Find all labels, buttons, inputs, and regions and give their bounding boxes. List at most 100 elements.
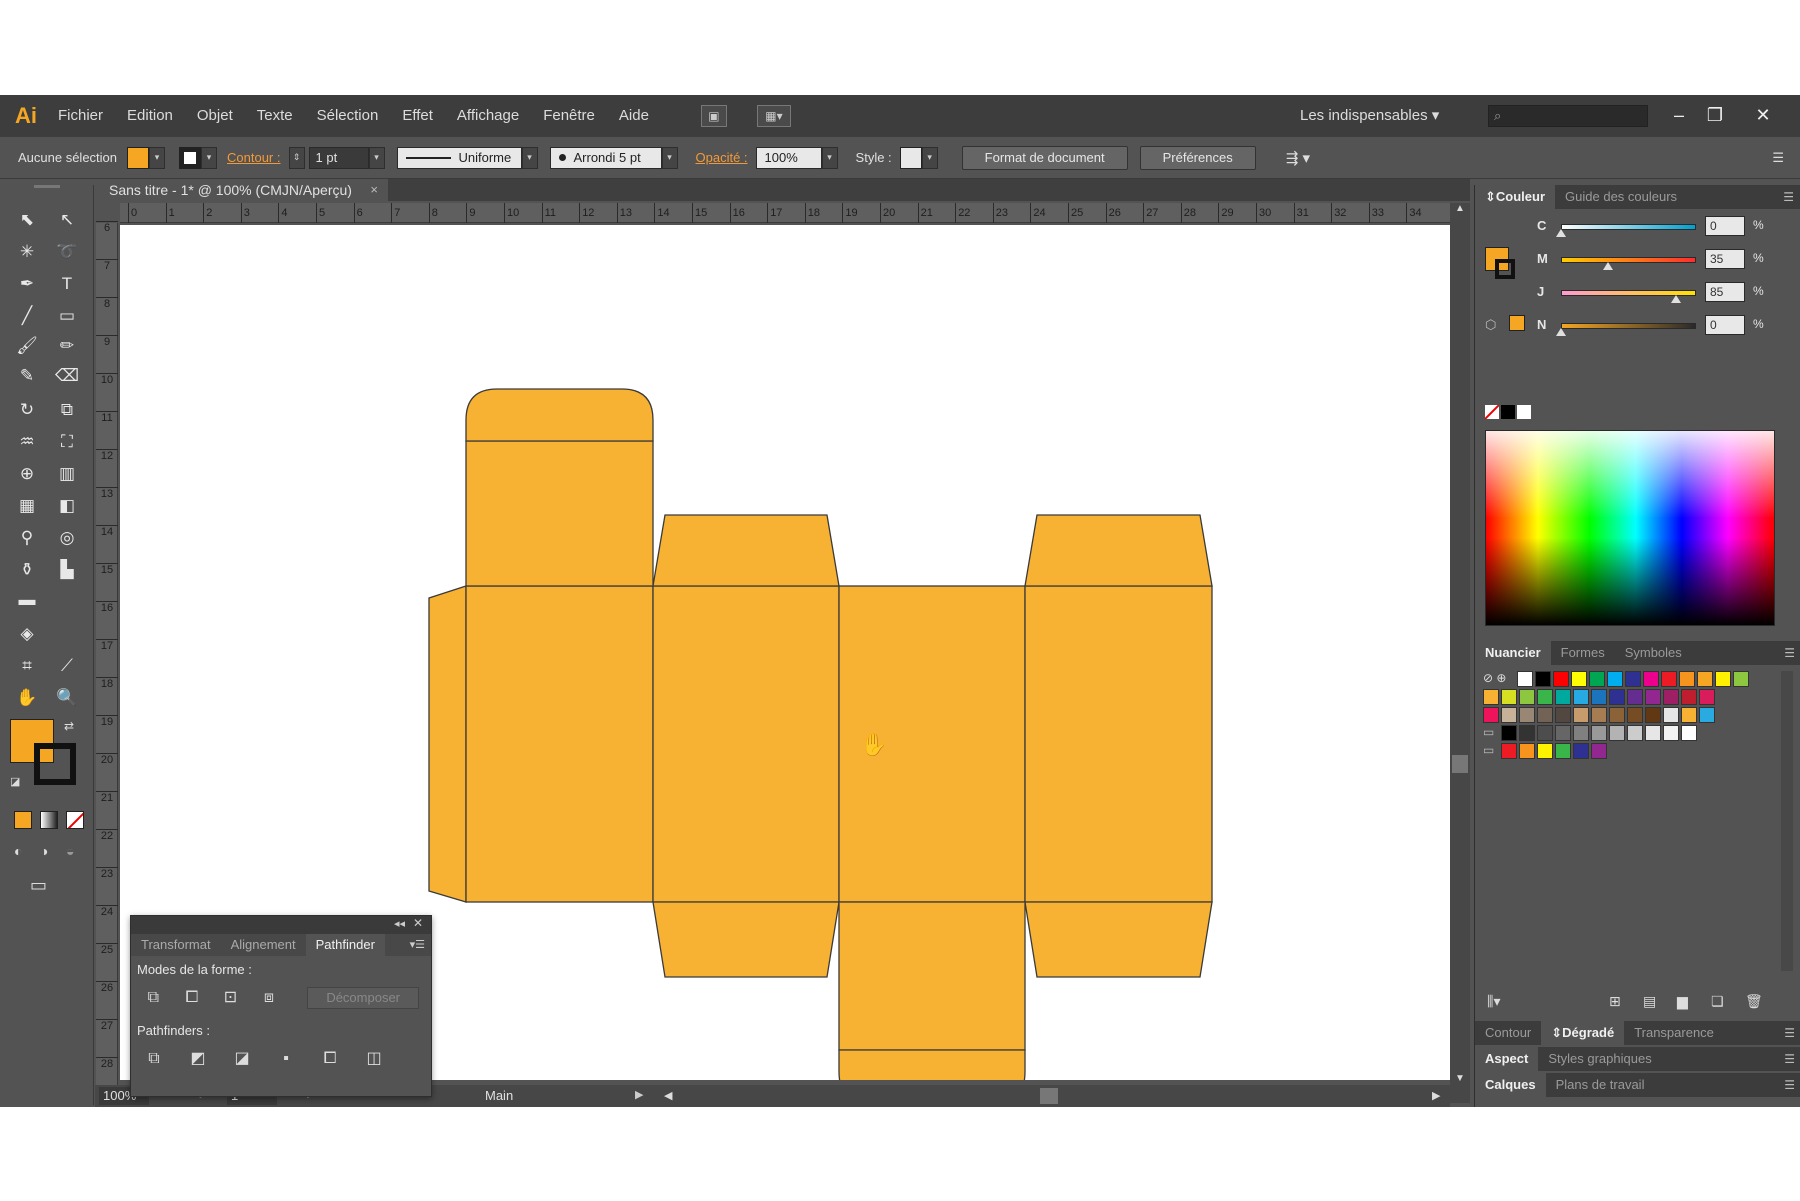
tab-guide-couleurs[interactable]: Guide des couleurs	[1555, 185, 1687, 209]
color-swatch[interactable]	[1589, 671, 1605, 687]
fill-dropdown[interactable]: ▾	[149, 146, 166, 169]
color-mode-icon[interactable]	[14, 811, 32, 829]
swatch-scrollbar[interactable]	[1781, 671, 1793, 971]
draw-normal-icon[interactable]: ◐	[14, 843, 22, 859]
divide-icon[interactable]: ⧉	[143, 1048, 165, 1070]
lasso-tool-icon[interactable]: ➰	[50, 237, 84, 267]
stroke-profile-select[interactable]: Uniforme	[396, 146, 522, 169]
preferences-button[interactable]: Préférences	[1139, 145, 1256, 170]
panel-menu-icon[interactable]: ☰	[1783, 185, 1794, 209]
restore-button[interactable]: ❐	[1698, 101, 1732, 129]
color-swatch[interactable]	[1609, 707, 1625, 723]
slider-track[interactable]	[1561, 323, 1696, 329]
color-swatch[interactable]	[1643, 671, 1659, 687]
panel-menu-icon[interactable]: ☰	[1784, 1021, 1795, 1045]
color-slider-m[interactable]: M 35%	[1535, 246, 1795, 276]
outline-icon[interactable]: ⧠	[319, 1048, 341, 1070]
scroll-down-icon[interactable]: ▼	[1455, 1073, 1465, 1084]
toolbar-grip[interactable]	[34, 185, 60, 188]
style-dropdown[interactable]: ▾	[921, 146, 938, 169]
none-mode-icon[interactable]	[66, 811, 84, 829]
none-swatch[interactable]	[1485, 405, 1499, 419]
menu-edition[interactable]: Edition	[115, 95, 185, 137]
slider-knob[interactable]	[1556, 229, 1566, 237]
free-transform-tool-icon[interactable]: ⛶	[50, 427, 84, 457]
color-swatch[interactable]	[1627, 689, 1643, 705]
color-swatch[interactable]	[1537, 743, 1553, 759]
out-of-gamut-icon[interactable]: ⬡	[1485, 317, 1496, 333]
color-swatch[interactable]	[1609, 689, 1625, 705]
blend-tool-icon[interactable]: ◎	[50, 523, 84, 553]
opacity-dropdown[interactable]: ▾	[821, 146, 838, 169]
perspective-grid-tool-icon[interactable]: ▥	[50, 459, 84, 489]
collapse-icon[interactable]: ◂◂	[394, 917, 405, 930]
color-slider-c[interactable]: C 0%	[1535, 213, 1795, 243]
color-swatch[interactable]	[1663, 707, 1679, 723]
color-swatch[interactable]	[1625, 671, 1641, 687]
draw-behind-icon[interactable]: ◑	[40, 843, 48, 859]
stroke-weight-dropdown[interactable]: ▾	[368, 146, 385, 169]
color-swatch[interactable]	[1627, 725, 1643, 741]
line-tool-icon[interactable]: ╱	[10, 301, 44, 331]
brush-dropdown[interactable]: ▾	[661, 146, 678, 169]
slider-knob[interactable]	[1670, 295, 1681, 303]
artboard-tool-icon[interactable]: ⌗	[10, 651, 44, 681]
tab-nuancier[interactable]: Nuancier	[1475, 641, 1551, 665]
stroke-weight-field[interactable]: 1 pt	[308, 146, 369, 169]
rectangle-tool-icon[interactable]: ▭	[50, 301, 84, 331]
slider-track[interactable]	[1561, 257, 1696, 263]
arrange-icon[interactable]: ⇶ ▾	[1286, 149, 1310, 167]
color-swatch[interactable]	[1607, 671, 1623, 687]
registration-swatch[interactable]: ⊘ ⊕	[1483, 671, 1506, 685]
menu-selection[interactable]: Sélection	[305, 95, 391, 137]
magic-wand-tool-icon[interactable]: ✳	[10, 237, 44, 267]
white-swatch[interactable]	[1517, 405, 1531, 419]
style-swatch[interactable]	[899, 146, 922, 169]
slider-knob[interactable]	[1556, 328, 1566, 336]
blob-brush-tool-icon[interactable]: ✎	[10, 361, 44, 391]
minus-front-icon[interactable]: ⧠	[182, 987, 203, 1009]
menu-objet[interactable]: Objet	[185, 95, 245, 137]
color-swatch[interactable]	[1715, 671, 1731, 687]
color-spectrum[interactable]	[1485, 430, 1775, 626]
tab-plans-de-travail[interactable]: Plans de travail	[1546, 1073, 1655, 1097]
bridge-icon[interactable]: ▣	[700, 105, 727, 127]
swatch-options-icon[interactable]: ▤	[1643, 993, 1656, 1010]
color-swatch[interactable]	[1645, 689, 1661, 705]
menu-texte[interactable]: Texte	[245, 95, 305, 137]
help-search-input[interactable]: ⌕	[1488, 105, 1648, 127]
panel-menu-icon[interactable]: ▾☰	[410, 934, 425, 956]
color-swatch[interactable]	[1537, 707, 1553, 723]
mesh-tool-icon[interactable]: ▦	[10, 491, 44, 521]
menu-fichier[interactable]: Fichier	[46, 95, 115, 137]
minimize-button[interactable]: –	[1662, 101, 1696, 129]
panel-title-bar[interactable]: ◂◂ ✕	[131, 916, 431, 934]
vertical-scrollbar[interactable]: ▲ ▼	[1450, 203, 1470, 1103]
opacity-field[interactable]: 100%	[755, 146, 822, 169]
color-swatch[interactable]	[1501, 707, 1517, 723]
default-colors-icon[interactable]: ◪	[10, 775, 20, 788]
panel-menu-icon[interactable]: ☰	[1784, 641, 1795, 665]
color-swatch[interactable]	[1573, 725, 1589, 741]
zoom-tool-icon[interactable]: 🔍	[50, 683, 84, 713]
color-swatch[interactable]	[1699, 707, 1715, 723]
menu-effet[interactable]: Effet	[390, 95, 445, 137]
color-swatch[interactable]	[1519, 743, 1535, 759]
color-swatch[interactable]	[1591, 743, 1607, 759]
panel-menu-icon[interactable]: ☰	[1784, 1047, 1795, 1071]
color-swatch[interactable]	[1645, 707, 1661, 723]
scale-tool-icon[interactable]: ⧉	[50, 395, 84, 425]
horizontal-scrollbar[interactable]: ◀ ▶	[660, 1085, 1450, 1107]
color-swatch[interactable]	[1645, 725, 1661, 741]
swatch-libraries-icon[interactable]: ⫼▾	[1487, 993, 1500, 1010]
color-swatch[interactable]	[1501, 743, 1517, 759]
swatch-folder-icon[interactable]: ▭	[1483, 725, 1494, 739]
tab-alignement[interactable]: Alignement	[221, 934, 306, 956]
horizontal-scroll-thumb[interactable]	[1040, 1088, 1058, 1104]
column-graph-tool-icon[interactable]: ▙	[50, 555, 84, 585]
color-swatch[interactable]	[1661, 671, 1677, 687]
eraser-tool-icon[interactable]: ⌫	[50, 361, 84, 391]
color-swatch[interactable]	[1681, 707, 1697, 723]
stroke-panel-link[interactable]: Contour :	[227, 150, 280, 165]
color-swatch[interactable]	[1517, 671, 1533, 687]
